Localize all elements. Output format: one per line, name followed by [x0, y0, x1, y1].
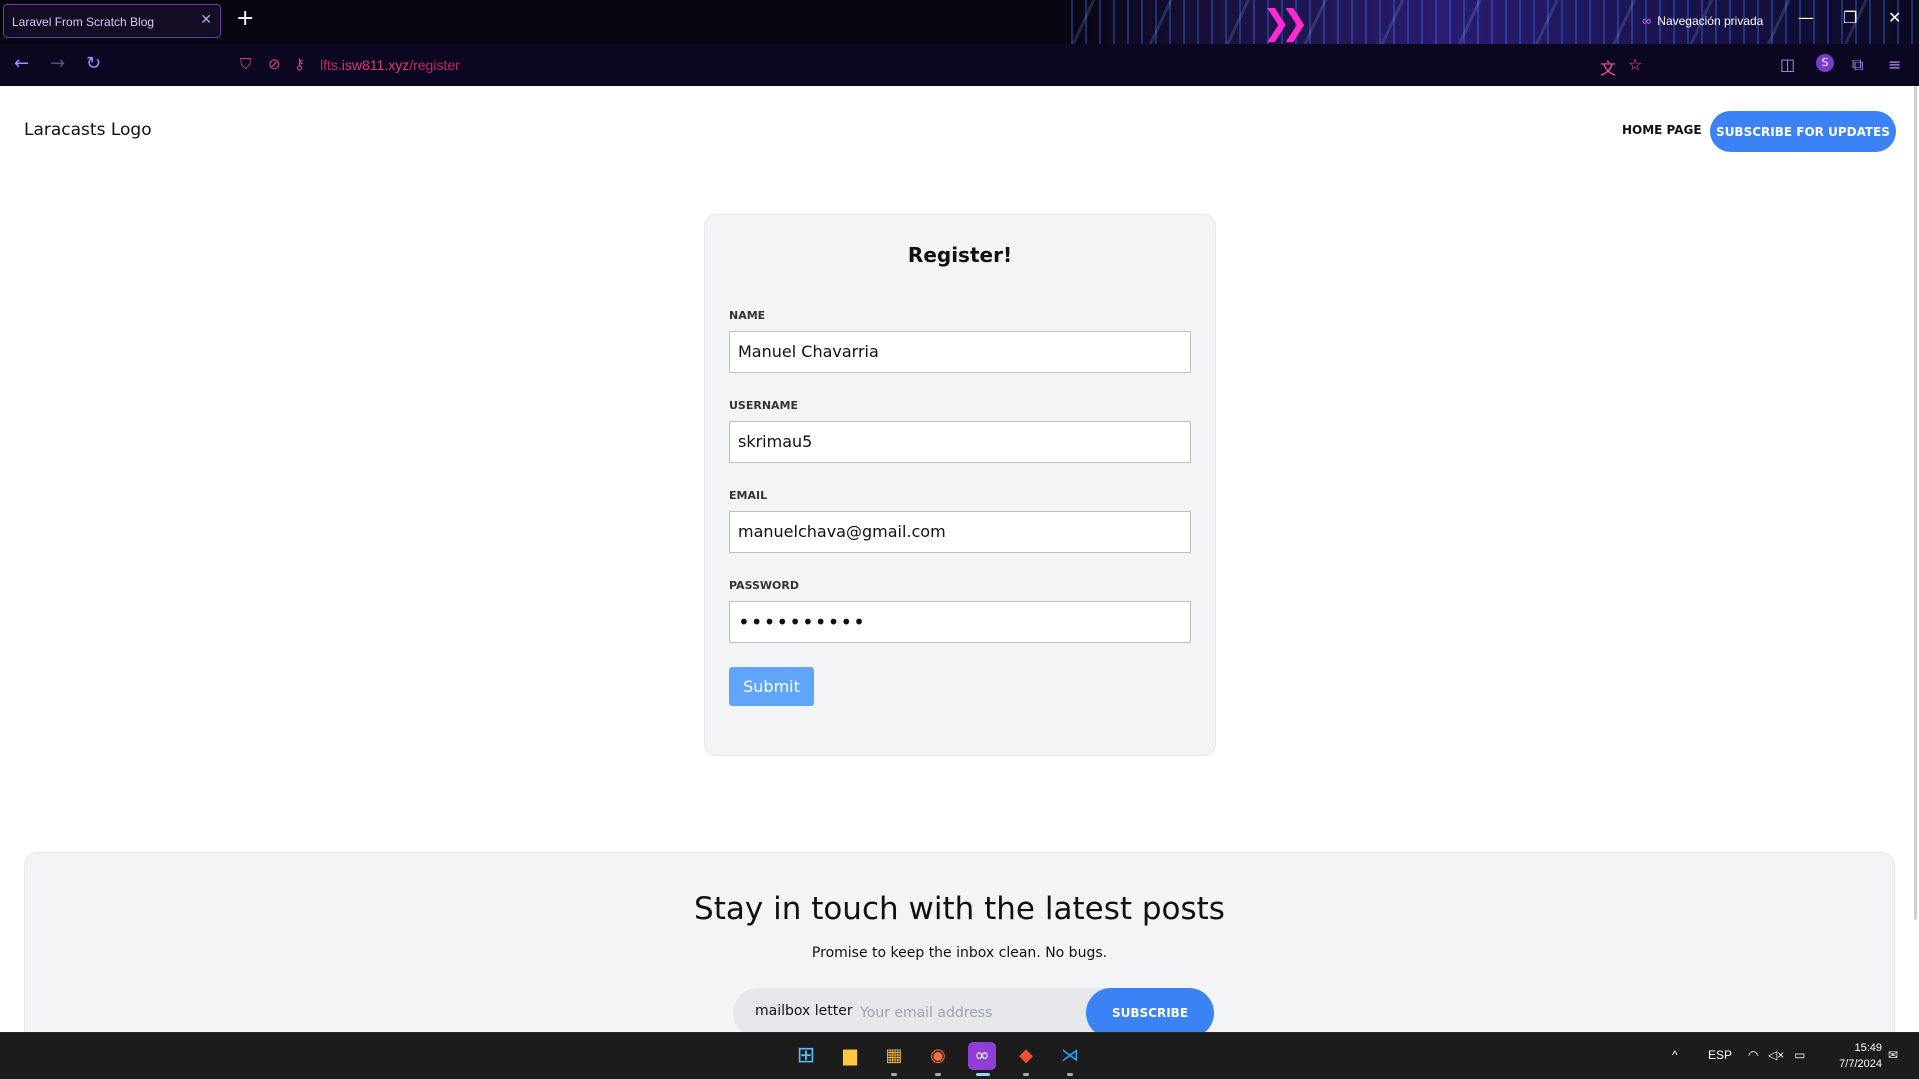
- running-indicator: [1067, 1073, 1073, 1076]
- private-mask-icon: ∞: [1642, 13, 1652, 28]
- firefox-icon[interactable]: ◉: [924, 1042, 952, 1070]
- newsletter-section: Stay in touch with the latest posts Prom…: [24, 852, 1895, 1052]
- subscribe-updates-button[interactable]: SUBSCRIBE FOR UPDATES: [1710, 111, 1896, 152]
- wifi-icon[interactable]: ◠: [1748, 1048, 1758, 1062]
- bookmark-star-icon[interactable]: ☆: [1628, 55, 1642, 74]
- language-indicator[interactable]: ESP: [1708, 1048, 1732, 1062]
- newsletter-email-input[interactable]: [858, 999, 1062, 1027]
- lock-icon[interactable]: ⊘: [268, 55, 281, 73]
- submit-button[interactable]: Submit: [729, 667, 814, 706]
- url-host: isw811.xyz: [341, 57, 410, 73]
- new-tab-button[interactable]: +: [236, 8, 254, 30]
- page-scrollbar[interactable]: [1914, 86, 1917, 920]
- shield-icon[interactable]: ⛉: [240, 55, 251, 73]
- private-browsing-indicator: ∞ Navegación privada: [1642, 13, 1763, 28]
- active-indicator: [976, 1073, 990, 1076]
- theme-artwork: [1059, 0, 1919, 44]
- running-indicator: [891, 1073, 897, 1076]
- running-indicator: [935, 1073, 941, 1076]
- clock-date: 7/7/2024: [1839, 1058, 1882, 1070]
- key-icon[interactable]: ⚷: [294, 55, 305, 73]
- register-card: Register! NAME Manuel Chavarria USERNAME…: [704, 214, 1216, 756]
- close-window-icon[interactable]: ✕: [1888, 8, 1901, 27]
- newsletter-title: Stay in touch with the latest posts: [694, 891, 1225, 927]
- windows-start-icon[interactable]: ⊞: [792, 1042, 820, 1070]
- reload-icon[interactable]: ↻: [86, 53, 101, 74]
- email-label: EMAIL: [729, 489, 768, 502]
- browser-nav-bar: ← → ↻ ⛉ ⊘ ⚷ lfts.isw811.xyz/register 文 ☆…: [0, 44, 1919, 86]
- translate-icon[interactable]: 文: [1600, 55, 1616, 79]
- url-path: /register: [409, 57, 460, 73]
- tray-overflow-icon[interactable]: ^: [1672, 1048, 1678, 1062]
- account-avatar[interactable]: S: [1816, 54, 1834, 72]
- browser-tab-active[interactable]: Laravel From Scratch Blog ✕: [3, 4, 221, 38]
- register-title: Register!: [907, 243, 1013, 267]
- password-label: PASSWORD: [729, 579, 800, 592]
- battery-icon[interactable]: ▭: [1794, 1048, 1805, 1062]
- clock[interactable]: 15:49 7/7/2024: [1822, 1040, 1882, 1072]
- address-bar[interactable]: lfts.isw811.xyz/register: [320, 57, 460, 73]
- restore-window-icon[interactable]: ❐: [1843, 8, 1857, 27]
- paint-app-icon[interactable]: ▦: [880, 1042, 908, 1070]
- clock-time: 15:49: [1854, 1042, 1882, 1054]
- vscode-icon[interactable]: ⋊: [1056, 1042, 1084, 1070]
- volume-muted-icon[interactable]: ◁×: [1768, 1048, 1784, 1062]
- email-field[interactable]: manuelchava@gmail.com: [729, 511, 1191, 553]
- theme-chevron-icon: ❯❯: [1262, 3, 1309, 43]
- forward-arrow-icon[interactable]: →: [50, 53, 65, 74]
- notifications-icon[interactable]: ✉: [1888, 1048, 1898, 1062]
- username-label: USERNAME: [729, 399, 799, 412]
- page-content: Laracasts Logo HOME PAGE SUBSCRIBE FOR U…: [0, 86, 1919, 1052]
- newsletter-label: mailbox letter: [755, 1003, 853, 1019]
- site-logo[interactable]: Laracasts Logo: [24, 120, 152, 140]
- newsletter-subtitle: Promise to keep the inbox clean. No bugs…: [811, 945, 1108, 961]
- private-label: Navegación privada: [1657, 14, 1764, 28]
- minimize-window-icon[interactable]: —: [1798, 8, 1814, 27]
- name-field[interactable]: Manuel Chavarria: [729, 331, 1191, 373]
- url-prefix: lfts.: [320, 57, 342, 73]
- pocket-icon[interactable]: ◫: [1780, 55, 1795, 74]
- browser-tab-bar: ❯❯ Laravel From Scratch Blog ✕ + ∞ Navega…: [0, 0, 1919, 44]
- running-indicator: [1023, 1073, 1029, 1076]
- tab-title: Laravel From Scratch Blog: [12, 15, 155, 29]
- home-page-link[interactable]: HOME PAGE: [1622, 123, 1702, 137]
- firefox-private-icon[interactable]: ∞: [968, 1042, 996, 1070]
- git-icon[interactable]: ◆: [1012, 1042, 1040, 1070]
- menu-icon[interactable]: ≡: [1888, 55, 1901, 74]
- back-arrow-icon[interactable]: ←: [14, 53, 29, 74]
- username-field[interactable]: skrimau5: [729, 421, 1191, 463]
- extensions-icon[interactable]: ⧉: [1852, 55, 1863, 75]
- os-taskbar: ⊞ ▆ ▦ ◉ ∞ ◆ ⋊ ^ ESP ◠ ◁× ▭ 15:49 7/7/202…: [0, 1032, 1919, 1079]
- password-field[interactable]: ••••••••••: [729, 601, 1191, 643]
- name-label: NAME: [729, 309, 766, 322]
- newsletter-subscribe-button[interactable]: SUBSCRIBE: [1086, 988, 1214, 1038]
- close-tab-icon[interactable]: ✕: [200, 12, 212, 28]
- newsletter-form: mailbox letter SUBSCRIBE: [733, 988, 1214, 1038]
- file-explorer-icon[interactable]: ▆: [836, 1042, 864, 1070]
